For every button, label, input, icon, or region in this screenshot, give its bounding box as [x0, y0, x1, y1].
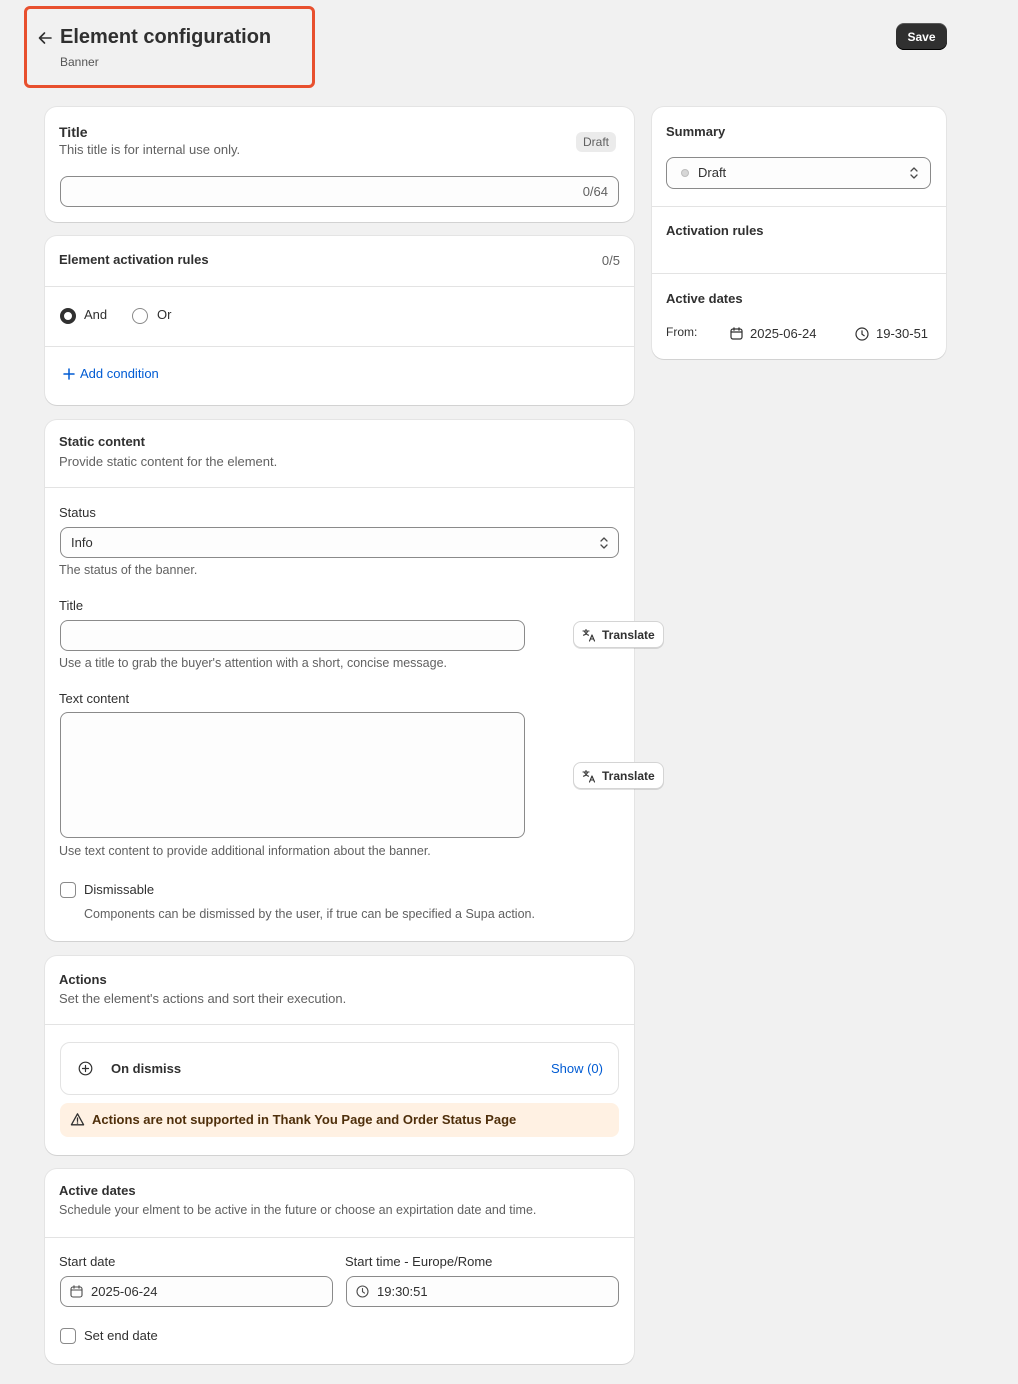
- set-end-date-checkbox[interactable]: [60, 1328, 76, 1344]
- title-help: Use a title to grab the buyer's attentio…: [59, 656, 448, 670]
- actions-heading: Actions: [59, 972, 107, 987]
- divider: [652, 273, 946, 274]
- status-dot: [681, 169, 689, 177]
- status-label: Status: [59, 505, 96, 520]
- text-content-label: Text content: [59, 691, 130, 706]
- plus-circle-icon: [78, 1061, 93, 1076]
- static-content-description: Provide static content for the element.: [59, 454, 278, 469]
- actions-description: Set the element's actions and sort their…: [59, 991, 347, 1006]
- translate-title-button[interactable]: Translate: [573, 621, 664, 648]
- summary-card: Summary Draft Activation rules Active da…: [652, 107, 946, 359]
- show-actions-link[interactable]: Show (0): [551, 1061, 603, 1076]
- activation-rules-card: Element activation rules 0/5 And Or Add …: [45, 236, 634, 405]
- warning-icon: [70, 1113, 85, 1126]
- translate-icon: [582, 628, 596, 642]
- clock-icon: [356, 1285, 369, 1298]
- save-button[interactable]: Save: [896, 23, 947, 50]
- translate-icon: [582, 769, 596, 783]
- or-radio-label[interactable]: Or: [157, 307, 171, 322]
- select-chevron-icon: [600, 537, 608, 549]
- activation-rules-counter: 0/5: [601, 253, 620, 268]
- draft-badge: Draft: [576, 132, 617, 152]
- actions-card: Actions Set the element's actions and so…: [45, 956, 634, 1155]
- page-header: Element configuration Banner: [24, 6, 315, 88]
- actions-warning-text: Actions are not supported in Thank You P…: [92, 1112, 517, 1127]
- banner-title-input[interactable]: [60, 620, 525, 651]
- calendar-icon: [70, 1285, 83, 1298]
- static-content-heading: Static content: [59, 434, 145, 449]
- divider: [45, 1237, 634, 1238]
- start-date-input[interactable]: 2025-06-24: [60, 1276, 333, 1307]
- start-date-value: 2025-06-24: [91, 1284, 158, 1299]
- translate-title-label: Translate: [602, 628, 655, 642]
- set-end-date-label[interactable]: Set end date: [84, 1328, 158, 1343]
- translate-text-button[interactable]: Translate: [573, 762, 664, 789]
- status-select-value: Info: [71, 535, 93, 550]
- on-dismiss-row[interactable]: On dismiss Show (0): [60, 1042, 619, 1095]
- plus-icon: [63, 368, 75, 380]
- summary-from-date: 2025-06-24: [750, 326, 817, 341]
- static-content-card: Static content Provide static content fo…: [45, 420, 664, 941]
- text-content-textarea[interactable]: [60, 712, 525, 838]
- select-chevron-icon: [910, 167, 918, 179]
- and-radio[interactable]: [60, 308, 76, 324]
- title-char-counter: 0/64: [582, 184, 608, 199]
- page-title: Element configuration: [60, 26, 272, 48]
- start-time-input[interactable]: 19:30:51: [346, 1276, 619, 1307]
- dismissable-help: Components can be dismissed by the user,…: [84, 907, 535, 921]
- summary-status-value: Draft: [698, 165, 727, 180]
- dismissable-label[interactable]: Dismissable: [84, 882, 154, 897]
- clock-icon: [855, 327, 869, 341]
- title-input[interactable]: 0/64: [60, 176, 619, 207]
- on-dismiss-label: On dismiss: [111, 1061, 182, 1076]
- active-dates-heading: Active dates: [59, 1183, 136, 1198]
- divider: [652, 206, 946, 207]
- page-subtitle: Banner: [60, 55, 99, 69]
- translate-text-label: Translate: [602, 769, 655, 783]
- actions-warning-banner: Actions are not supported in Thank You P…: [60, 1103, 619, 1137]
- status-help: The status of the banner.: [59, 563, 198, 577]
- summary-from-label: From:: [666, 325, 698, 339]
- active-dates-description: Schedule your elment to be active in the…: [59, 1203, 537, 1217]
- title-card-heading: Title: [59, 124, 88, 140]
- divider: [45, 1024, 634, 1025]
- activation-rules-heading: Element activation rules: [59, 252, 209, 267]
- calendar-icon: [730, 327, 743, 340]
- and-radio-label[interactable]: And: [84, 307, 107, 322]
- start-time-value: 19:30:51: [377, 1284, 428, 1299]
- title-card-description: This title is for internal use only.: [59, 142, 241, 157]
- title-card: Title This title is for internal use onl…: [45, 107, 634, 222]
- start-date-label: Start date: [59, 1254, 116, 1269]
- summary-dates-heading: Active dates: [666, 291, 743, 306]
- summary-status-select[interactable]: Draft: [666, 157, 931, 189]
- divider: [45, 487, 634, 488]
- summary-heading: Summary: [666, 124, 726, 139]
- divider: [45, 286, 634, 287]
- status-select[interactable]: Info: [60, 527, 619, 558]
- arrow-left-icon[interactable]: [36, 29, 54, 47]
- summary-from-time: 19-30-51: [876, 326, 929, 341]
- summary-activation-heading: Activation rules: [666, 223, 764, 238]
- add-condition-label: Add condition: [80, 366, 159, 381]
- dismissable-checkbox[interactable]: [60, 882, 76, 898]
- text-content-help: Use text content to provide additional i…: [59, 844, 431, 858]
- or-radio[interactable]: [132, 308, 148, 324]
- divider: [45, 346, 634, 347]
- title-field-label: Title: [59, 598, 84, 613]
- active-dates-card: Active dates Schedule your elment to be …: [45, 1169, 634, 1364]
- start-time-label: Start time - Europe/Rome: [345, 1254, 493, 1269]
